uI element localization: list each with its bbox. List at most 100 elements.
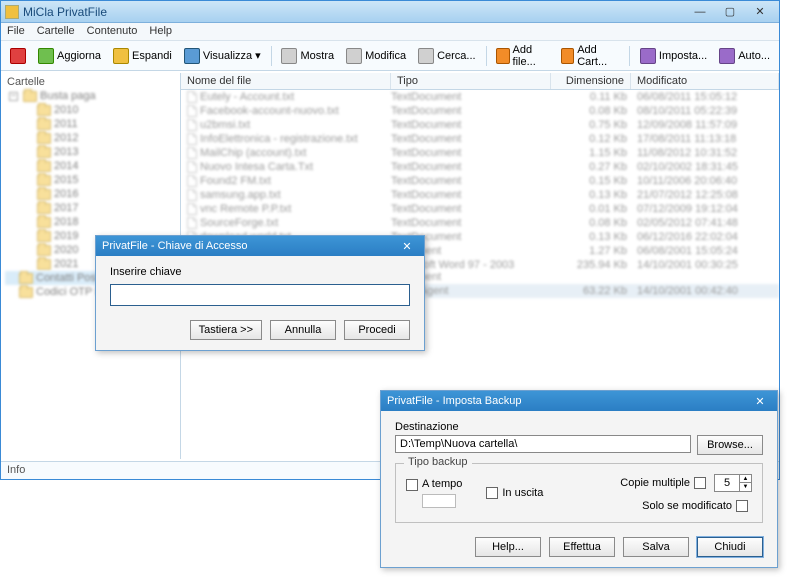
folder-icon xyxy=(37,147,51,158)
folder-icon xyxy=(37,105,51,116)
table-row[interactable]: u2bmsi.txtTextDocument0.75 Kb12/09/2008 … xyxy=(181,118,779,132)
menu-cartelle[interactable]: Cartelle xyxy=(37,25,75,38)
settings-icon xyxy=(640,48,656,64)
visualizza-button[interactable]: Visualizza ▾ xyxy=(179,45,266,67)
solo-label: Solo se modificato xyxy=(642,500,732,512)
espandi-button[interactable]: Espandi xyxy=(108,45,177,67)
tree-item[interactable]: 2011 xyxy=(5,117,176,131)
folder-icon xyxy=(37,231,51,242)
tree-item[interactable]: 2012 xyxy=(5,131,176,145)
mostra-button[interactable]: Mostra xyxy=(276,45,339,67)
effettua-button[interactable]: Effettua xyxy=(549,537,615,557)
folder-icon xyxy=(37,161,51,172)
tree-item[interactable]: 2010 xyxy=(5,103,176,117)
tree-item[interactable]: 2017 xyxy=(5,201,176,215)
doc-icon xyxy=(187,147,197,159)
x-icon xyxy=(10,48,26,64)
menu-file[interactable]: File xyxy=(7,25,25,38)
table-row[interactable]: InfoElettronica - registrazione.txtTextD… xyxy=(181,132,779,146)
tree-item[interactable]: 2013 xyxy=(5,145,176,159)
aggiorna-button[interactable]: Aggiorna xyxy=(33,45,106,67)
imposta-button[interactable]: Imposta... xyxy=(635,45,712,67)
auto-icon xyxy=(719,48,735,64)
table-row[interactable]: samsung.app.txtTextDocument0.13 Kb21/07/… xyxy=(181,188,779,202)
folder-icon xyxy=(37,119,51,130)
doc-icon xyxy=(187,217,197,229)
doc-icon xyxy=(187,105,197,117)
menu-contenuto[interactable]: Contenuto xyxy=(87,25,138,38)
search-icon xyxy=(418,48,434,64)
addfile-button[interactable]: Add file... xyxy=(491,41,554,71)
access-close-button[interactable]: ✕ xyxy=(396,240,418,253)
folder-icon xyxy=(37,259,51,270)
access-titlebar[interactable]: PrivatFile - Chiave di Accesso ✕ xyxy=(96,236,424,256)
folder-icon xyxy=(37,245,51,256)
cerca-button[interactable]: Cerca... xyxy=(413,45,481,67)
atempo-value[interactable] xyxy=(422,494,456,508)
table-row[interactable]: vnc Remote P.P.txtTextDocument0.01 Kb07/… xyxy=(181,202,779,216)
col-type[interactable]: Tipo xyxy=(391,73,551,89)
modifica-button[interactable]: Modifica xyxy=(341,45,411,67)
maximize-button[interactable]: ▢ xyxy=(715,3,745,21)
table-row[interactable]: Eutely - Account.txtTextDocument0.11 Kb0… xyxy=(181,90,779,104)
tree-item[interactable]: 2018 xyxy=(5,215,176,229)
copie-checkbox[interactable] xyxy=(694,477,706,489)
salva-button[interactable]: Salva xyxy=(623,537,689,557)
col-size[interactable]: Dimensione xyxy=(551,73,631,89)
collapse-icon[interactable]: − xyxy=(9,92,18,101)
tree-root[interactable]: − Busta paga xyxy=(5,89,176,103)
minimize-button[interactable]: — xyxy=(685,3,715,21)
spin-down-icon[interactable]: ▼ xyxy=(739,483,751,491)
auto-button[interactable]: Auto... xyxy=(714,45,775,67)
doc-icon xyxy=(187,133,197,145)
tree-item[interactable]: 2016 xyxy=(5,187,176,201)
table-row[interactable]: Facebook-account-nuovo.txtTextDocument0.… xyxy=(181,104,779,118)
browse-button[interactable]: Browse... xyxy=(697,435,763,455)
status-text: Info xyxy=(7,464,25,476)
tree-item[interactable]: 2014 xyxy=(5,159,176,173)
app-title: MiCla PrivatFile xyxy=(23,5,685,19)
group-legend: Tipo backup xyxy=(404,456,472,468)
chiudi-button[interactable]: Chiudi xyxy=(697,537,763,557)
table-row[interactable]: SourceForge.txtTextDocument0.08 Kb02/05/… xyxy=(181,216,779,230)
copie-label: Copie multiple xyxy=(620,477,690,489)
addfolder-icon xyxy=(561,48,574,64)
atempo-checkbox[interactable]: A tempo xyxy=(406,478,462,490)
help-button[interactable]: Help... xyxy=(475,537,541,557)
menu-help[interactable]: Help xyxy=(149,25,172,38)
folder-icon xyxy=(37,175,51,186)
col-mod[interactable]: Modificato xyxy=(631,73,779,89)
addcart-button[interactable]: Add Cart... xyxy=(556,41,624,71)
folder-icon xyxy=(23,91,37,102)
delete-button[interactable] xyxy=(5,45,31,67)
col-name[interactable]: Nome del file xyxy=(181,73,391,89)
view-icon xyxy=(184,48,200,64)
spin-up-icon[interactable]: ▲ xyxy=(739,475,751,483)
folder-icon xyxy=(19,287,33,298)
table-row[interactable]: Nuovo Intesa Carta.TxtTextDocument0.27 K… xyxy=(181,160,779,174)
doc-icon xyxy=(187,203,197,215)
backup-close-button[interactable]: ✕ xyxy=(749,395,771,408)
tree-item[interactable]: 2015 xyxy=(5,173,176,187)
folder-icon xyxy=(37,189,51,200)
access-title: PrivatFile - Chiave di Accesso xyxy=(102,240,396,252)
copie-spinner[interactable]: ▲▼ xyxy=(714,474,752,492)
expand-icon xyxy=(113,48,129,64)
dest-input[interactable] xyxy=(395,435,691,453)
backup-titlebar[interactable]: PrivatFile - Imposta Backup ✕ xyxy=(381,391,777,411)
doc-icon xyxy=(187,175,197,187)
tastiera-button[interactable]: Tastiera >> xyxy=(190,320,262,340)
annulla-button[interactable]: Annulla xyxy=(270,320,336,340)
doc-icon xyxy=(187,91,197,103)
list-header: Nome del file Tipo Dimensione Modificato xyxy=(181,73,779,90)
table-row[interactable]: MailChip (account).txtTextDocument1.15 K… xyxy=(181,146,779,160)
procedi-button[interactable]: Procedi xyxy=(344,320,410,340)
folder-icon xyxy=(37,217,51,228)
table-row[interactable]: Found2 FM.txtTextDocument0.15 Kb10/11/20… xyxy=(181,174,779,188)
menubar: File Cartelle Contenuto Help xyxy=(1,23,779,41)
close-button[interactable]: ✕ xyxy=(745,3,775,21)
access-key-input[interactable] xyxy=(110,284,410,306)
solo-checkbox[interactable] xyxy=(736,500,748,512)
inuscita-checkbox[interactable]: In uscita xyxy=(486,487,543,499)
titlebar[interactable]: MiCla PrivatFile — ▢ ✕ xyxy=(1,1,779,23)
